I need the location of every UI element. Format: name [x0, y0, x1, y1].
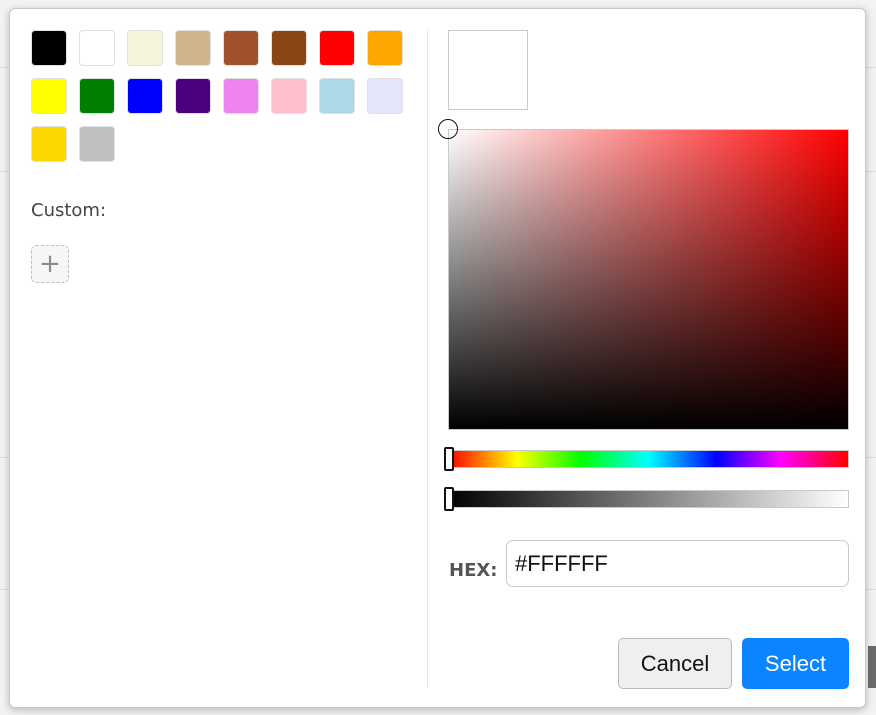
- hex-input[interactable]: [506, 540, 849, 587]
- color-swatch[interactable]: [319, 78, 355, 114]
- hue-slider-thumb[interactable]: [444, 447, 454, 471]
- color-swatch[interactable]: [31, 30, 67, 66]
- color-swatch[interactable]: [271, 78, 307, 114]
- color-swatch[interactable]: [175, 78, 211, 114]
- brightness-slider[interactable]: [444, 487, 849, 511]
- hue-slider[interactable]: [444, 447, 849, 471]
- select-button[interactable]: Select: [742, 638, 849, 689]
- custom-colors-label: Custom:: [31, 200, 107, 221]
- add-custom-color-button[interactable]: +: [31, 245, 69, 283]
- color-preview: [448, 30, 528, 110]
- color-swatch[interactable]: [31, 78, 67, 114]
- color-swatch[interactable]: [79, 126, 115, 162]
- color-swatch[interactable]: [175, 30, 211, 66]
- color-swatch[interactable]: [367, 30, 403, 66]
- color-swatch[interactable]: [223, 30, 259, 66]
- hex-label: HEX:: [449, 560, 498, 581]
- color-swatch[interactable]: [367, 78, 403, 114]
- color-swatch[interactable]: [31, 126, 67, 162]
- color-swatch[interactable]: [223, 78, 259, 114]
- color-swatch[interactable]: [271, 30, 307, 66]
- color-swatch[interactable]: [319, 30, 355, 66]
- color-swatch[interactable]: [79, 78, 115, 114]
- color-swatch[interactable]: [79, 30, 115, 66]
- cancel-button[interactable]: Cancel: [618, 638, 732, 689]
- color-swatch[interactable]: [127, 30, 163, 66]
- saturation-value-handle[interactable]: [438, 119, 458, 139]
- color-picker-dialog: Custom: + HEX: Cancel Select: [9, 8, 866, 708]
- brightness-slider-thumb[interactable]: [444, 487, 454, 511]
- color-swatch[interactable]: [127, 78, 163, 114]
- panel-divider: [427, 30, 428, 688]
- saturation-value-area[interactable]: [438, 119, 849, 430]
- background-element: [868, 646, 876, 688]
